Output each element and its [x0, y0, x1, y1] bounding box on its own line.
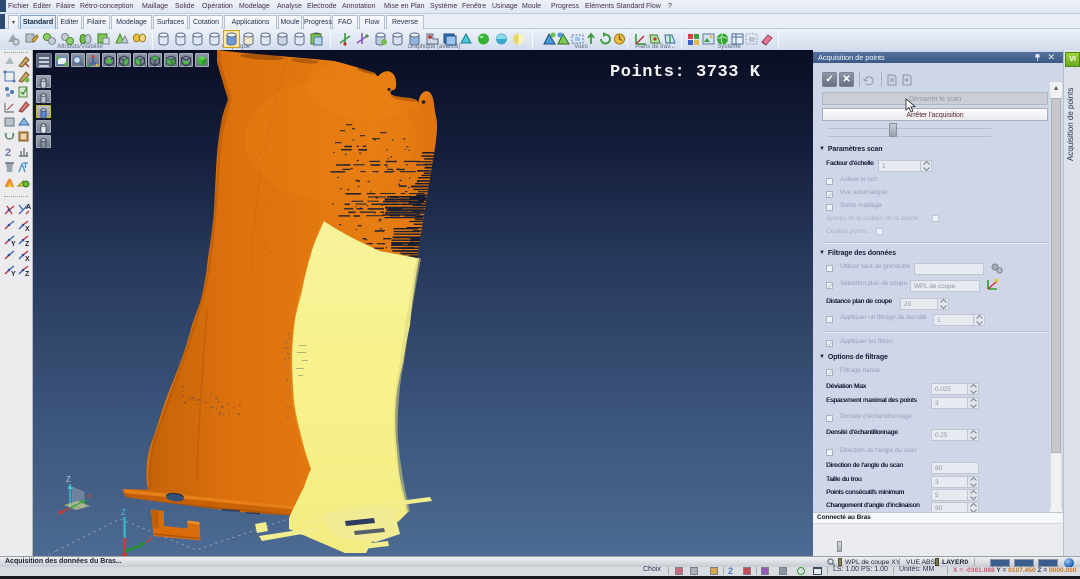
svg-text:x: x [149, 535, 153, 542]
svg-text:Z: Z [66, 475, 71, 484]
svg-text:A: A [26, 204, 31, 211]
svg-text:Z: Z [121, 508, 126, 517]
svg-text:x: x [88, 493, 92, 500]
svg-text:2: 2 [5, 147, 11, 159]
svg-text:Z: Z [25, 271, 30, 277]
